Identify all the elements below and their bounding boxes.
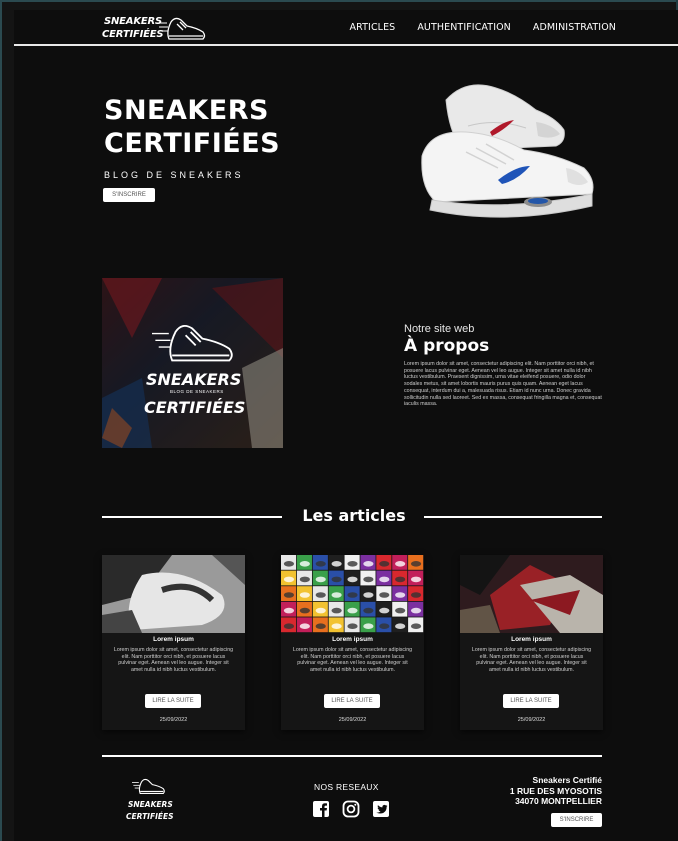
footer-logo[interactable]: SNEAKERS CERTIFIÉES (124, 776, 174, 826)
hero-subtitle: BLOG DE SNEAKERS (104, 170, 244, 180)
address-city: 34070 MONTPELLIER (515, 796, 602, 806)
article-title: Lorem ipsum (153, 636, 194, 643)
sneaker-logo-icon (157, 17, 206, 40)
article-date: 25/09/2022 (517, 717, 546, 723)
article-image (102, 555, 245, 633)
about-brand-image: SNEAKERS BLOG DE SNEAKERS CERTIFIÉES (102, 278, 283, 448)
social-links (312, 800, 390, 818)
footer-logo-line2: CERTIFIÉES (126, 812, 174, 821)
address-street: 1 RUE DES MYOSOTIS (509, 785, 602, 796)
about-logo-line2: CERTIFIÉES (144, 398, 246, 417)
article-excerpt: Lorem ipsum dolor sit amet, consectetur … (471, 647, 592, 673)
about-logo-line1: SNEAKERS (146, 370, 242, 389)
footer-signup-button[interactable]: S'INSCRIRE (551, 813, 602, 827)
twitter-icon[interactable] (372, 800, 390, 818)
nav-link-authentification[interactable]: AUTHENTIFICATION (417, 22, 511, 33)
footer-address: Sneakers Certifié 1 RUE DES MYOSOTIS 340… (510, 775, 602, 807)
nav-link-administration[interactable]: ADMINISTRATION (533, 22, 616, 33)
article-card: Lorem ipsum Lorem ipsum dolor sit amet, … (460, 555, 603, 730)
address-name: Sneakers Certifié (532, 775, 602, 785)
divider-right (424, 516, 602, 518)
main-nav: ARTICLES AUTHENTIFICATION ADMINISTRATION (350, 22, 616, 33)
logo-text-line2: CERTIFIÉES (102, 29, 164, 40)
page: SNEAKERS CERTIFIÉES ARTICLES AUTHENTIFIC… (14, 10, 678, 841)
read-more-button[interactable]: LIRE LA SUITE (324, 694, 380, 708)
read-more-button[interactable]: LIRE LA SUITE (503, 694, 559, 708)
article-title: Lorem ipsum (332, 636, 373, 643)
hero-sneaker-image (421, 84, 594, 218)
divider-left (102, 516, 282, 518)
article-title: Lorem ipsum (511, 636, 552, 643)
nav-link-articles[interactable]: ARTICLES (350, 22, 396, 33)
article-card: Lorem ipsum Lorem ipsum dolor sit amet, … (102, 555, 245, 730)
read-more-button[interactable]: LIRE LA SUITE (145, 694, 201, 708)
article-card: Lorem ipsum Lorem ipsum dolor sit amet, … (281, 555, 424, 730)
logo-text-line1: SNEAKERS (104, 16, 163, 27)
article-image (460, 555, 603, 633)
social-heading: NOS RESEAUX (314, 782, 379, 792)
article-date: 25/09/2022 (159, 717, 188, 723)
article-image (281, 555, 424, 633)
signup-button[interactable]: S'INSCRIRE (103, 188, 155, 202)
footer-logo-line1: SNEAKERS (128, 800, 173, 809)
sneaker-logo-icon (132, 778, 165, 795)
articles-heading: Les articles (302, 506, 406, 525)
facebook-icon[interactable] (312, 800, 330, 818)
sneaker-logo-icon (152, 324, 233, 362)
site-header: SNEAKERS CERTIFIÉES ARTICLES AUTHENTIFIC… (14, 10, 678, 46)
hero-title-line2: CERTIFIÉES (104, 128, 281, 159)
article-excerpt: Lorem ipsum dolor sit amet, consectetur … (113, 647, 234, 673)
article-date: 25/09/2022 (338, 717, 367, 723)
about-title: À propos (404, 336, 490, 356)
hero-title-line1: SNEAKERS (104, 95, 269, 126)
about-kicker: Notre site web (404, 323, 475, 335)
site-logo[interactable]: SNEAKERS CERTIFIÉES (102, 13, 212, 43)
footer-divider (102, 755, 602, 757)
instagram-icon[interactable] (342, 800, 360, 818)
about-text: Lorem ipsum dolor sit amet, consectetur … (404, 361, 602, 408)
about-logo-tagline: BLOG DE SNEAKERS (170, 389, 224, 394)
article-excerpt: Lorem ipsum dolor sit amet, consectetur … (292, 647, 413, 673)
hero-title: SNEAKERS CERTIFIÉES (104, 94, 324, 160)
